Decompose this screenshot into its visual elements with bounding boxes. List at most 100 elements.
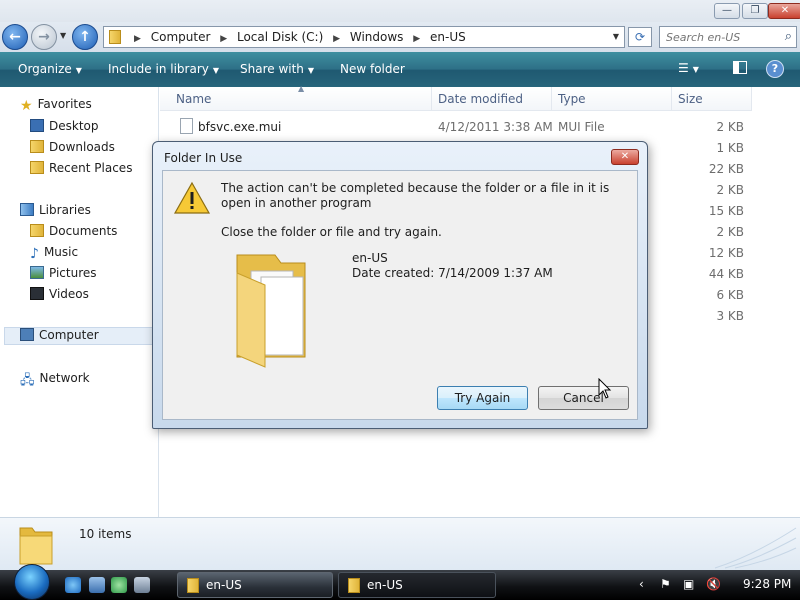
organize-button[interactable]: Organize ▼	[18, 62, 82, 76]
new-folder-button[interactable]: New folder	[340, 62, 405, 76]
maximize-button[interactable]: ❐	[742, 3, 768, 19]
breadcrumb-en-us[interactable]: en-US	[430, 30, 466, 44]
try-again-button[interactable]: Try Again	[437, 386, 528, 410]
sort-ascending-icon: ▲	[298, 84, 305, 93]
star-icon: ★	[20, 98, 33, 114]
folder-icon	[348, 578, 360, 593]
start-button[interactable]	[10, 564, 50, 600]
cancel-button[interactable]: Cancel	[538, 386, 629, 410]
recent-places-icon	[30, 161, 44, 174]
folder-name: en-US	[352, 251, 388, 265]
refresh-button[interactable]: ⟳	[628, 27, 652, 47]
music-icon: ♪	[30, 246, 39, 262]
search-icon[interactable]: ⌕	[785, 29, 792, 44]
nav-item-label: Videos	[49, 287, 89, 301]
show-desktop-icon[interactable]	[89, 577, 105, 593]
switch-windows-icon[interactable]	[134, 577, 150, 593]
volume-muted-icon[interactable]: 🔇	[706, 577, 721, 591]
chevron-right-icon[interactable]: ▶	[333, 34, 340, 44]
nav-libraries[interactable]: Libraries	[20, 203, 91, 221]
taskbar-button-en-us-2[interactable]: en-US	[338, 572, 496, 598]
address-history-dropdown-icon[interactable]: ▼	[613, 32, 619, 41]
tray-expand-icon[interactable]: ‹	[639, 577, 644, 591]
nav-item-pictures[interactable]: Pictures	[30, 266, 97, 284]
nav-item-desktop[interactable]: Desktop	[30, 119, 99, 137]
folder-info: en-US Date created: 7/14/2009 1:37 AM	[352, 251, 553, 281]
close-window-button[interactable]: ✕	[768, 3, 800, 19]
nav-item-recent-places[interactable]: Recent Places	[30, 161, 132, 179]
dialog-message: The action can't be completed because th…	[221, 181, 610, 210]
preview-pane-button[interactable]	[733, 61, 747, 77]
action-center-flag-icon[interactable]: ⚑	[660, 577, 671, 591]
nav-item-label: Music	[43, 245, 79, 259]
downloads-folder-icon	[30, 140, 44, 153]
minimize-button[interactable]: —	[714, 3, 740, 19]
include-in-library-label: Include in library	[108, 62, 209, 76]
breadcrumb-local-disk[interactable]: Local Disk (C:)	[237, 30, 323, 44]
dialog-body: The action can't be completed because th…	[162, 170, 638, 420]
breadcrumb: ▶ Computer ▶ Local Disk (C:) ▶ Windows ▶…	[128, 30, 466, 44]
warning-icon	[173, 181, 211, 214]
chevron-down-icon: ▼	[212, 66, 220, 75]
taskbar-button-label: en-US	[367, 578, 403, 592]
folder-date-created: Date created: 7/14/2009 1:37 AM	[352, 266, 553, 280]
system-clock[interactable]: 9:28 PM	[743, 577, 791, 591]
pictures-icon	[30, 266, 44, 279]
nav-libraries-label: Libraries	[39, 203, 91, 217]
column-header-type[interactable]: Type	[552, 87, 672, 111]
share-with-button[interactable]: Share with ▼	[240, 62, 314, 76]
item-count: 10 items	[79, 527, 132, 541]
help-button[interactable]: ?	[766, 60, 784, 78]
file-name: bfsvc.exe.mui	[198, 120, 282, 134]
file-size: 12 KB	[708, 246, 744, 260]
organize-label: Organize	[18, 62, 72, 76]
include-in-library-button[interactable]: Include in library ▼	[108, 62, 219, 76]
file-size: 22 KB	[708, 162, 744, 176]
chevron-down-icon: ▼	[307, 66, 315, 75]
search-box[interactable]: ⌕	[659, 26, 797, 48]
nav-item-label: Desktop	[49, 119, 99, 133]
computer-icon	[20, 328, 34, 341]
nav-item-label: Pictures	[49, 266, 97, 280]
breadcrumb-windows[interactable]: Windows	[350, 30, 404, 44]
chevron-right-icon[interactable]: ▶	[413, 34, 420, 44]
nav-item-downloads[interactable]: Downloads	[30, 140, 115, 158]
nav-computer[interactable]: Computer	[4, 327, 154, 345]
file-size: 15 KB	[708, 204, 744, 218]
column-header-size[interactable]: Size	[672, 87, 752, 111]
file-size: 2 KB	[716, 120, 744, 134]
table-row[interactable]: bfsvc.exe.mui 4/12/2011 3:38 AM MUI File…	[160, 117, 800, 138]
windows-logo-icon	[14, 564, 50, 600]
dialog-title: Folder In Use	[164, 151, 243, 165]
taskbar-button-en-us-1[interactable]: en-US	[177, 572, 333, 598]
address-bar[interactable]: ▶ Computer ▶ Local Disk (C:) ▶ Windows ▶…	[103, 26, 625, 48]
search-input[interactable]	[666, 28, 776, 46]
internet-explorer-icon[interactable]	[65, 577, 81, 593]
up-button[interactable]: ↑	[72, 24, 98, 50]
back-button[interactable]: ←	[2, 24, 28, 50]
view-options-button[interactable]: ☰ ▼	[678, 61, 699, 75]
nav-network[interactable]: 🖧 Network	[20, 371, 90, 389]
file-size: 2 KB	[716, 225, 744, 239]
documents-icon	[30, 224, 44, 237]
window-title-bar: — ❐ ✕	[0, 0, 800, 22]
nav-item-videos[interactable]: Videos	[30, 287, 89, 305]
chevron-down-icon: ▼	[692, 65, 699, 74]
breadcrumb-computer[interactable]: Computer	[151, 30, 211, 44]
messenger-icon[interactable]	[111, 577, 127, 593]
forward-button[interactable]: →	[31, 24, 57, 50]
column-header-date-modified[interactable]: Date modified	[432, 87, 552, 111]
nav-item-music[interactable]: ♪ Music	[30, 245, 78, 263]
chevron-right-icon[interactable]: ▶	[220, 34, 227, 44]
nav-favorites[interactable]: ★ Favorites	[20, 97, 92, 115]
large-folder-icon	[236, 254, 306, 368]
dialog-close-button[interactable]: ✕	[611, 149, 639, 165]
column-header-name[interactable]: ▲ Name	[160, 84, 432, 111]
decorative-swirl-icon	[714, 527, 797, 569]
nav-item-documents[interactable]: Documents	[30, 224, 117, 242]
network-icon: 🖧	[20, 373, 35, 388]
network-tray-icon[interactable]: ▣	[683, 577, 694, 591]
recent-pages-dropdown-icon[interactable]: ▼	[60, 31, 66, 40]
address-row: ← → ▼ ↑ ▶ Computer ▶ Local Disk (C:) ▶ W…	[0, 22, 800, 52]
nav-favorites-label: Favorites	[37, 97, 92, 111]
